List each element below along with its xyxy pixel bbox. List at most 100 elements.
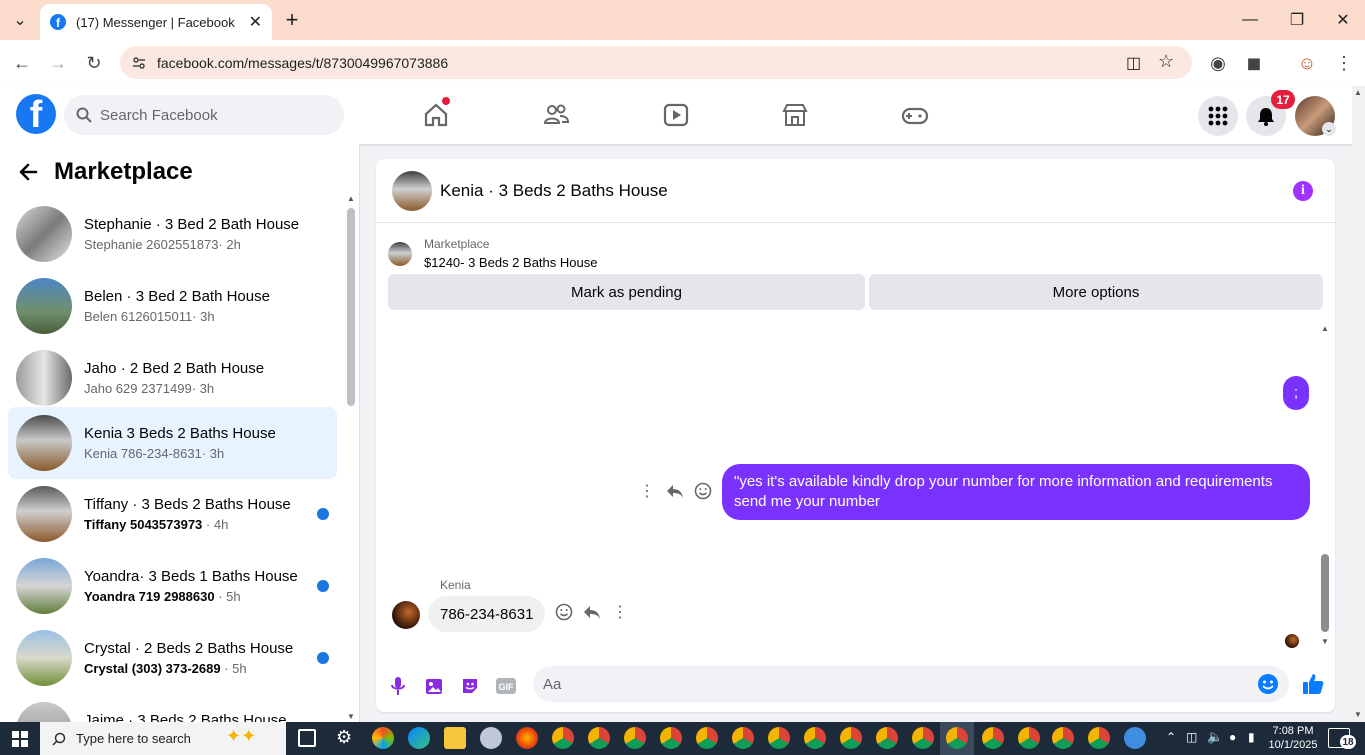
new-tab-icon[interactable]: + — [280, 7, 304, 32]
bookmark-star-icon[interactable]: ☆ — [1158, 51, 1174, 72]
react-icon[interactable] — [554, 602, 574, 622]
browser-tab[interactable]: f (17) Messenger | Facebook ✕ — [40, 4, 272, 40]
edge-icon[interactable] — [408, 727, 430, 749]
chrome-menu-icon[interactable]: ⋮ — [1332, 51, 1356, 75]
chrome-icon[interactable] — [660, 727, 682, 749]
site-info-icon[interactable] — [131, 55, 147, 71]
chrome-icon[interactable] — [1018, 727, 1040, 749]
menu-grid-icon[interactable] — [1198, 96, 1238, 136]
firefox-icon[interactable] — [516, 727, 538, 749]
emoji-icon[interactable] — [1257, 673, 1279, 695]
settings-gear-icon[interactable]: ⚙ — [336, 727, 352, 748]
chrome-icon[interactable] — [982, 727, 1004, 749]
conversation-item[interactable]: Yoandra· 3 Beds 1 Baths House Yoandra 719… — [8, 550, 337, 622]
copilot-icon[interactable] — [372, 727, 394, 749]
back-icon[interactable]: ← — [10, 51, 34, 75]
friends-icon[interactable] — [538, 98, 574, 132]
chat-scroll-down-icon[interactable]: ▼ — [1321, 637, 1329, 646]
chrome-icon[interactable] — [768, 727, 790, 749]
sender-avatar[interactable] — [392, 601, 420, 629]
listing-thumbnail[interactable] — [388, 241, 412, 266]
chrome-icon[interactable] — [1088, 727, 1110, 749]
back-arrow-icon[interactable] — [18, 162, 38, 182]
facebook-logo-icon[interactable]: f — [16, 94, 56, 134]
conversation-item[interactable]: Tiffany · 3 Beds 2 Baths House Tiffany 50… — [8, 478, 337, 550]
search-box[interactable] — [64, 95, 344, 135]
windows-start-icon[interactable] — [12, 731, 28, 752]
taskbar-search[interactable]: Type here to search ✦✦ — [40, 722, 286, 755]
reload-icon[interactable]: ↻ — [82, 51, 106, 75]
chrome-icon[interactable] — [696, 727, 718, 749]
tray-app-icon[interactable]: ◫ — [1186, 730, 1197, 744]
chrome-icon[interactable] — [732, 727, 754, 749]
chrome-icon[interactable] — [552, 727, 574, 749]
tab-close-icon[interactable]: ✕ — [249, 12, 262, 32]
page-scrollbar[interactable]: ▲ ▼ — [1352, 86, 1365, 722]
photo-icon[interactable] — [424, 675, 444, 697]
address-bar[interactable]: facebook.com/messages/t/8730049967073886… — [120, 46, 1192, 79]
wifi-icon[interactable]: ● — [1229, 730, 1236, 744]
profile-icon[interactable]: ☺ — [1295, 51, 1319, 75]
taskbar-clock[interactable]: 7:08 PM 10/1/2025 — [1263, 724, 1323, 752]
marketplace-icon[interactable] — [777, 98, 813, 132]
restore-icon[interactable]: ❐ — [1285, 8, 1309, 32]
chat-avatar[interactable] — [392, 170, 432, 211]
page-scroll-down-icon[interactable]: ▼ — [1354, 710, 1362, 719]
more-actions-icon[interactable]: ⋮ — [637, 481, 657, 501]
scroll-up-icon[interactable]: ▲ — [347, 194, 355, 203]
volume-icon[interactable]: 🔈 — [1207, 729, 1223, 745]
listing-title[interactable]: $1240- 3 Beds 2 Baths House — [424, 255, 597, 270]
chrome-icon[interactable] — [840, 727, 862, 749]
chrome-icon[interactable] — [876, 727, 898, 749]
sidebar-scrollbar[interactable] — [347, 208, 355, 406]
system-tray-chevron-icon[interactable]: ⌃ — [1166, 730, 1176, 744]
battery-icon[interactable]: ▮ — [1248, 730, 1255, 744]
chrome-icon[interactable] — [1052, 727, 1074, 749]
more-actions-icon[interactable]: ⋮ — [610, 602, 630, 622]
reply-icon[interactable] — [665, 481, 685, 501]
install-app-icon[interactable]: ◫ — [1126, 53, 1141, 73]
app-icon[interactable] — [480, 727, 502, 749]
video-icon[interactable] — [658, 98, 694, 132]
gif-icon[interactable]: GIF — [495, 675, 517, 697]
minimize-icon[interactable]: — — [1238, 8, 1262, 32]
conversation-item[interactable]: Jaho · 2 Bed 2 Bath House Jaho 629 237149… — [8, 342, 337, 414]
translate-icon[interactable]: ◉ — [1206, 51, 1230, 75]
chat-title[interactable]: Kenia · 3 Beds 2 Baths House — [440, 181, 668, 201]
conversation-item[interactable]: Stephanie · 3 Bed 2 Bath House Stephanie … — [8, 198, 337, 270]
react-icon[interactable] — [693, 481, 713, 501]
page-scroll-up-icon[interactable]: ▲ — [1354, 88, 1362, 97]
more-options-button[interactable]: More options — [869, 274, 1323, 310]
window-close-icon[interactable]: ✕ — [1331, 8, 1355, 32]
chrome-icon[interactable] — [624, 727, 646, 749]
sticker-icon[interactable] — [460, 675, 480, 697]
home-icon[interactable] — [418, 97, 454, 132]
conversation-item[interactable]: Belen · 3 Bed 2 Bath House Belen 61260150… — [8, 270, 337, 342]
conversation-item-active[interactable]: Kenia 3 Beds 2 Baths House Kenia 786-234-… — [8, 407, 337, 479]
chat-scroll-up-icon[interactable]: ▲ — [1321, 324, 1329, 333]
file-explorer-icon[interactable] — [444, 727, 466, 749]
chrome-icon[interactable] — [588, 727, 610, 749]
weather-icon[interactable] — [1124, 727, 1146, 749]
conversation-item[interactable]: Crystal · 2 Beds 2 Baths House Crystal (3… — [8, 622, 337, 694]
reply-icon[interactable] — [582, 602, 602, 622]
tab-search-icon[interactable]: ⌄ — [8, 8, 32, 32]
gaming-icon[interactable] — [897, 98, 933, 132]
conversation-item[interactable]: Jaime · 3 Beds 2 Baths House — [8, 694, 337, 722]
message-input-wrapper[interactable] — [533, 666, 1289, 702]
chrome-icon[interactable] — [912, 727, 934, 749]
message-input[interactable] — [543, 675, 1243, 693]
info-icon[interactable]: i — [1293, 181, 1313, 201]
chat-scrollbar[interactable] — [1321, 554, 1329, 632]
account-chevron-icon[interactable]: ⌄ — [1322, 122, 1336, 136]
microphone-icon[interactable] — [388, 675, 408, 697]
scroll-down-icon[interactable]: ▼ — [347, 712, 355, 721]
extensions-icon[interactable]: ◼ — [1242, 51, 1266, 75]
mark-as-pending-button[interactable]: Mark as pending — [388, 274, 865, 310]
search-input[interactable] — [100, 106, 320, 124]
chrome-icon[interactable] — [804, 727, 826, 749]
thumbs-up-icon[interactable] — [1300, 671, 1326, 697]
forward-icon[interactable]: → — [46, 51, 70, 75]
task-view-icon[interactable] — [298, 729, 316, 747]
chrome-icon-active[interactable] — [946, 727, 968, 749]
